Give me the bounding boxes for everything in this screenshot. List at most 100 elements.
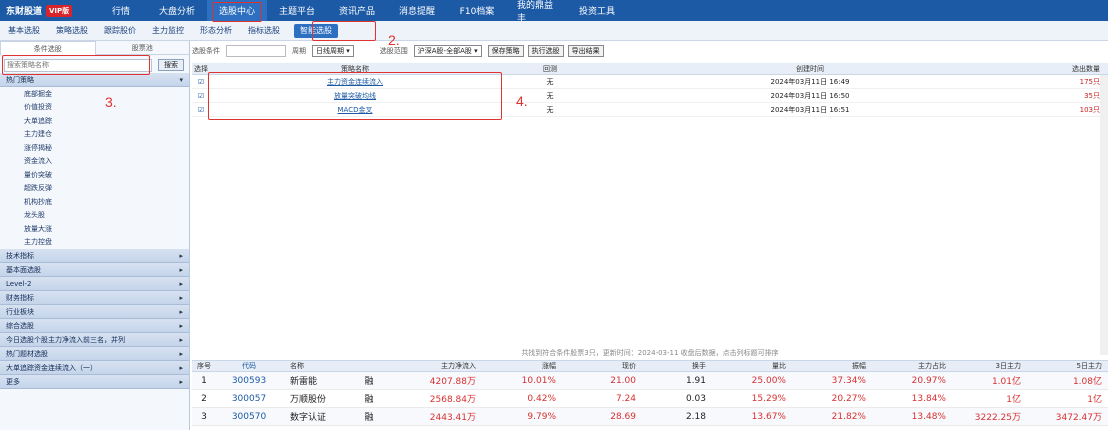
table-row[interactable]: 2 300057 万顺股份 融 2568.84万 0.42% 7.24 0.03 15.29% 2… [192,390,1108,408]
strategy-search: 搜索 [0,57,189,73]
category-header[interactable]: 综合选股 ▸ [0,319,189,333]
strategy-item[interactable]: 大单追踪 [0,114,189,128]
cell-inflow: 2568.84万 [429,395,476,405]
strategy-name-link[interactable]: 主力资金连续流入 [210,77,500,87]
condition-input[interactable] [226,45,286,57]
chevron-icon: ▸ [179,377,183,386]
strategy-row[interactable]: ☑ 放量突破均线 无 2024年03月11日 16:50 35只 [192,89,1108,103]
checkbox[interactable]: ☑ [192,92,210,100]
period-label: 周期 [292,47,306,55]
subbar-item[interactable]: 主力监控 [144,21,192,41]
column-header[interactable]: 换手 [642,361,712,371]
cell-price: 21.00 [610,375,636,386]
column-header[interactable]: 代码 [222,361,282,371]
nav-item[interactable]: 我的鼎益丰 [507,0,567,24]
run-selection-button[interactable]: 执行选股 [527,45,564,57]
strategy-item[interactable]: 龙头股 [0,209,189,223]
subbar-item[interactable]: 策略选股 [48,21,96,41]
create-time-cell: 2024年03月11日 16:50 [770,91,850,100]
cell-pct: 10.01% [521,375,556,386]
nav-item[interactable]: 选股中心 [207,0,267,21]
checkbox[interactable]: ☑ [192,78,210,86]
subbar-item[interactable]: 智能选股 [294,23,338,38]
strategy-item[interactable]: 机构抄底 [0,195,189,209]
annotation-label-2: 2. [388,32,400,48]
category-header[interactable]: 技术指标 ▸ [0,249,189,263]
category-header[interactable]: 更多 ▸ [0,375,189,389]
strategy-item[interactable]: 主力控盘 [0,236,189,250]
header-create-time: 创建时间 [796,64,824,73]
strategy-item[interactable]: 涨停揭秘 [0,141,189,155]
category-header[interactable]: 今日选股个股主力净流入前三名，并列 ▸ [0,333,189,347]
export-result-button[interactable]: 导出结果 [567,45,604,57]
nav-item[interactable]: 行情 [95,0,147,21]
column-header[interactable]: 量比 [712,361,792,371]
column-header[interactable]: 名称 [282,361,352,371]
tab-stock-pool[interactable]: 股票池 [95,41,189,55]
category-header[interactable]: 基本面选股 ▸ [0,263,189,277]
cell-d3: 1.01亿 [991,377,1021,387]
strategy-item[interactable]: 价值投资 [0,101,189,115]
category-header[interactable]: 热门策略 ▾ [0,73,189,87]
nav-item[interactable]: F10档案 [447,0,507,21]
nav-item[interactable]: 主题平台 [267,0,327,21]
annotation-label-3: 3. [105,94,117,110]
subbar-item[interactable]: 形态分析 [192,21,240,41]
nav-item[interactable]: 消息提醒 [387,0,447,21]
annotation-label-4: 4. [516,93,528,109]
range-select[interactable]: 沪深A股-全部A股 ▾ [413,45,482,57]
column-header[interactable]: 主力占比 [872,361,952,371]
category-header[interactable]: 财务指标 ▸ [0,291,189,305]
save-strategy-button[interactable]: 保存策略 [487,45,524,57]
cell-ratio: 13.48% [911,411,946,422]
column-header[interactable]: 3日主力 [952,361,1027,371]
table-row[interactable]: 3 300570 数字认证 融 2443.41万 9.79% 28.69 2.18 13.67%… [192,408,1108,426]
nav-item[interactable]: 投资工具 [567,0,627,21]
strategy-name-link[interactable]: MACD金叉 [210,105,500,115]
backtest-cell: 无 [546,105,554,114]
count-cell: 35只 [1084,91,1100,100]
strategy-search-input[interactable] [4,58,152,72]
cell-code: 300057 [231,393,267,404]
table-row[interactable]: 1 300593 新雷能 融 4207.88万 10.01% 21.00 1.91 25.00%… [192,372,1108,390]
strategy-item[interactable]: 量价突破 [0,168,189,182]
strategy-item[interactable]: 资金流入 [0,155,189,169]
search-button[interactable]: 搜索 [158,59,184,71]
subbar-item[interactable]: 指标选股 [240,21,288,41]
nav-item[interactable]: 大盘分析 [147,0,207,21]
strategy-row[interactable]: ☑ MACD金叉 无 2024年03月11日 16:51 103只 [192,103,1108,117]
category-header[interactable]: 大单追踪资金连续流入（一） ▸ [0,361,189,375]
category-header[interactable]: 行业板块 ▸ [0,305,189,319]
cell-name: 新雷能 [290,377,318,387]
subbar-item[interactable]: 跟踪股价 [96,21,144,41]
column-header[interactable]: 5日主力 [1027,361,1108,371]
tab-condition-select[interactable]: 条件选股 [0,41,96,55]
backtest-cell: 无 [546,91,554,100]
column-header[interactable]: 主力净流入 [392,361,482,371]
strategy-item[interactable]: 超跌反弹 [0,182,189,196]
period-select[interactable]: 日线周期 ▾ [312,45,354,57]
strategy-name-link[interactable]: 放量突破均线 [210,91,500,101]
cell-amp: 21.82% [831,411,866,422]
category-label: 更多 [6,377,20,386]
cell-turnover: 1.91 [685,375,706,386]
logo-text: 东财股道 [6,7,43,17]
category-label: 热门题材选股 [6,349,48,358]
column-header[interactable]: 振幅 [792,361,872,371]
column-header[interactable]: 现价 [562,361,642,371]
column-header[interactable]: 序号 [192,361,222,371]
strategy-row[interactable]: ☑ 主力资金连续流入 无 2024年03月11日 16:49 175只 [192,75,1108,89]
column-header[interactable]: 涨幅 [482,361,562,371]
subbar-item[interactable]: 基本选股 [0,21,48,41]
header-count: 选出数量 [1072,64,1100,73]
cell-vr: 15.29% [751,393,786,404]
category-header[interactable]: 热门题材选股 ▸ [0,347,189,361]
nav-item[interactable]: 资讯产品 [327,0,387,21]
category-header[interactable]: Level-2 ▸ [0,277,189,291]
chevron-icon: ▸ [179,321,183,330]
strategy-item[interactable]: 放量大涨 [0,222,189,236]
strategy-item[interactable]: 主力建仓 [0,128,189,142]
vertical-scrollbar[interactable] [1100,75,1108,355]
checkbox[interactable]: ☑ [192,106,210,114]
strategy-item[interactable]: 底部掘金 [0,87,189,101]
